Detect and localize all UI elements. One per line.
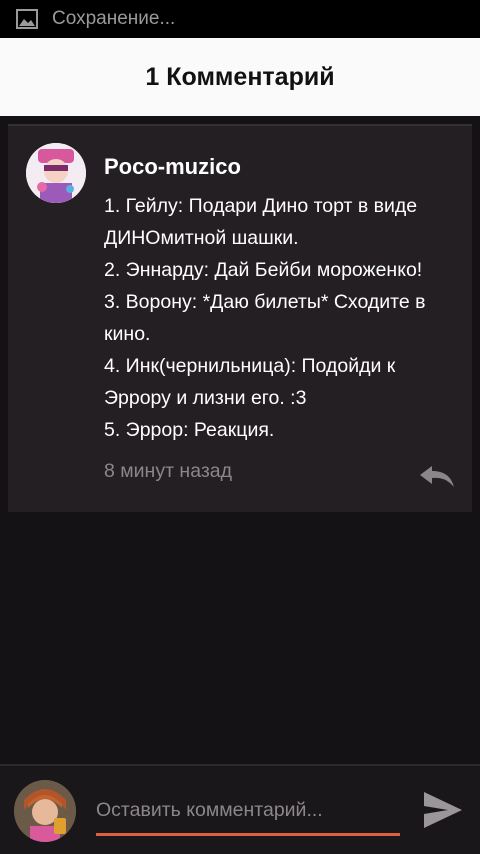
- comment-input[interactable]: [96, 794, 400, 836]
- avatar[interactable]: [14, 780, 76, 842]
- comment-line: 2. Эннарду: Дай Бейби мороженко!: [104, 259, 423, 281]
- user-avatar-image: [14, 780, 76, 842]
- comments-list: Poco-muzico 1. Гейлу: Подари Дино торт в…: [0, 116, 480, 764]
- comment-author[interactable]: Poco-muzico: [104, 154, 241, 180]
- comment-composer: [0, 764, 480, 854]
- avatar[interactable]: [26, 143, 86, 203]
- comment-line: Эррору и лизни его. :3: [104, 387, 307, 409]
- comment-line: 1. Гейлу: Подари Дино торт в виде: [104, 195, 418, 217]
- status-text: Сохранение...: [52, 8, 176, 29]
- image-icon: [16, 9, 38, 29]
- comment-line: 5. Эррор: Реакция.: [104, 419, 275, 441]
- comment-line: 3. Ворону: *Даю билеты* Сходите в: [104, 291, 426, 313]
- page-title: 1 Комментарий: [145, 62, 335, 91]
- comment-timestamp: 8 минут назад: [104, 460, 232, 482]
- avatar-image: [26, 143, 86, 203]
- status-bar: Сохранение...: [0, 0, 480, 38]
- comment-card: Poco-muzico 1. Гейлу: Подари Дино торт в…: [8, 124, 472, 512]
- comment-line: ДИНОмитной шашки.: [104, 227, 299, 249]
- comment-line: кино.: [104, 323, 151, 345]
- reply-icon[interactable]: [418, 462, 456, 490]
- send-icon[interactable]: [420, 788, 464, 832]
- comment-text: 1. Гейлу: Подари Дино торт в виде ДИНОми…: [104, 190, 464, 446]
- comment-line: 4. Инк(чернильница): Подойди к: [104, 355, 396, 377]
- header: 1 Комментарий: [0, 38, 480, 116]
